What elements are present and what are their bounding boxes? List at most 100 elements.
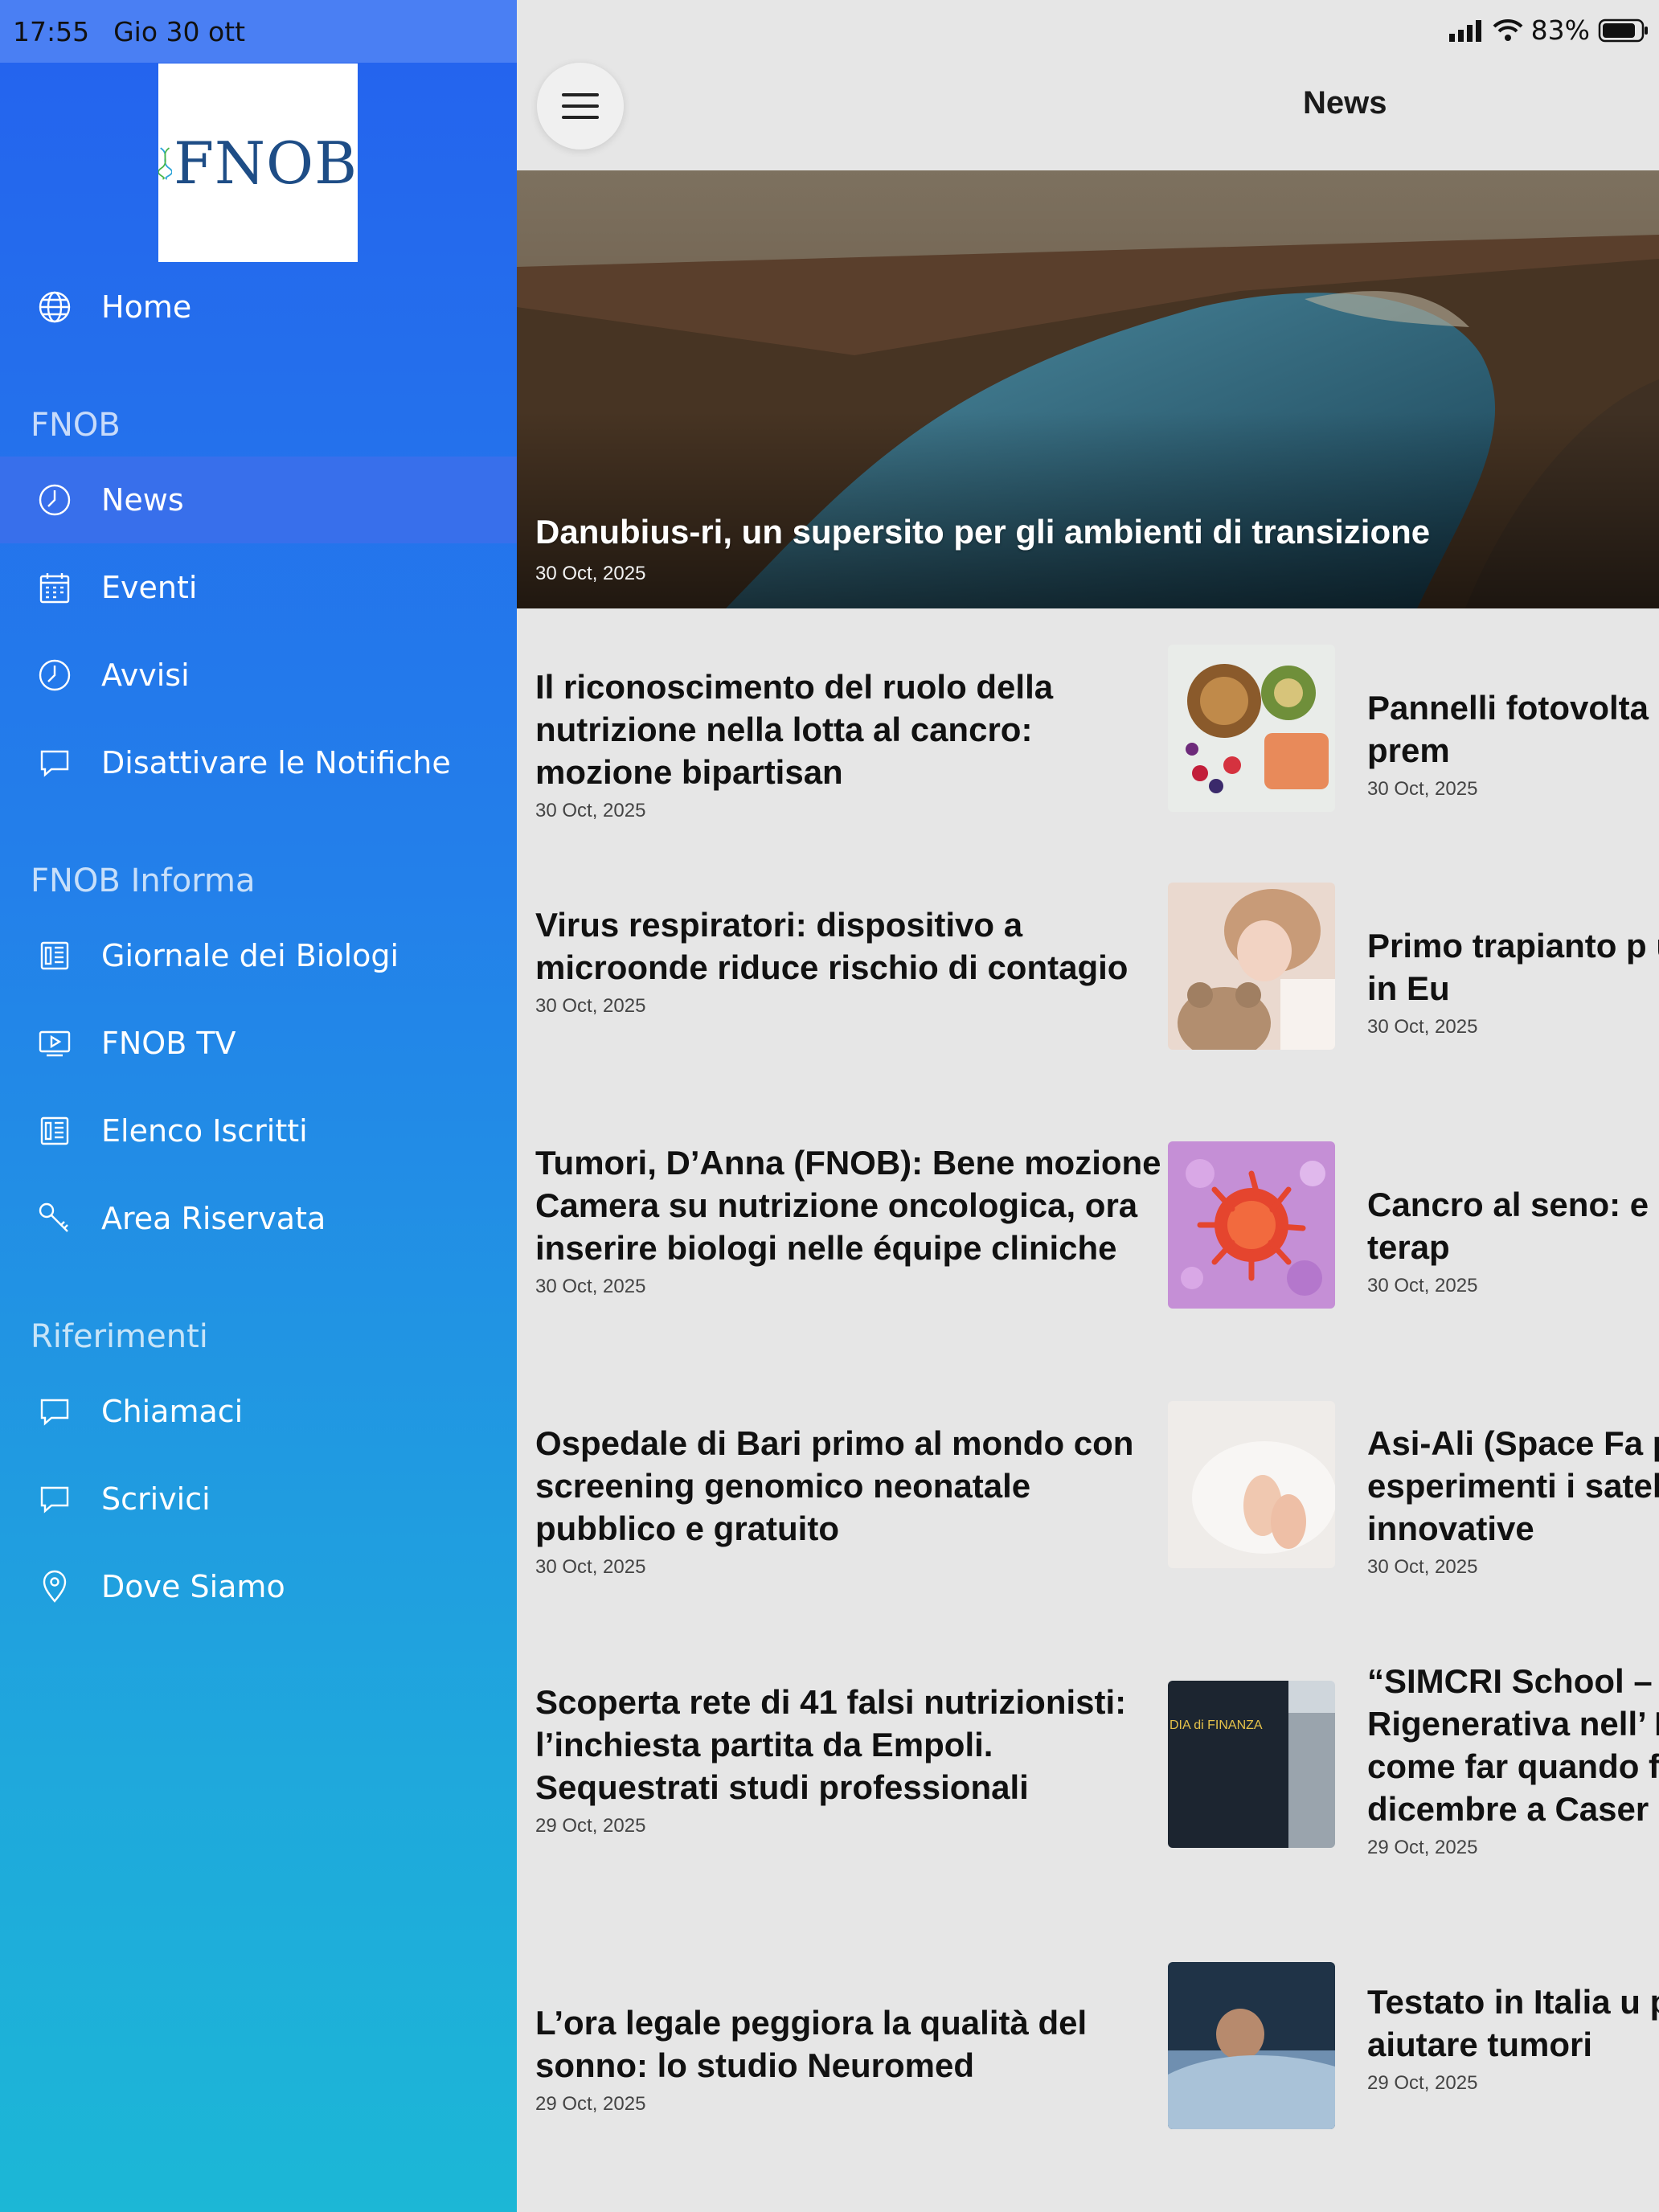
list-item[interactable]: L’ora legale peggiora la qualità del son… xyxy=(535,2001,1154,2116)
clock-icon xyxy=(39,659,71,691)
article-title: Scoperta rete di 41 falsi nutrizionisti:… xyxy=(535,1683,1127,1806)
article-date: 30 Oct, 2025 xyxy=(1367,1556,1478,1578)
article-title: L’ora legale peggiora la qualità del son… xyxy=(535,2004,1088,2084)
sidebar-item-elenco-iscritti[interactable]: Elenco Iscritti xyxy=(0,1088,517,1174)
article-date: 30 Oct, 2025 xyxy=(535,995,646,1017)
list-item[interactable]: Testato in Italia u potrebbe aiutare tum… xyxy=(1367,1981,1659,2095)
article-thumbnail[interactable] xyxy=(1168,645,1335,812)
newspaper-icon xyxy=(40,1116,69,1145)
hamburger-menu-icon xyxy=(562,93,599,119)
article-title: Cancro al seno: e indebolisce terap xyxy=(1367,1186,1659,1266)
section-header-riferimenti: Riferimenti xyxy=(31,1318,208,1355)
hero-date: 30 Oct, 2025 xyxy=(535,563,646,584)
article-date: 29 Oct, 2025 xyxy=(535,1815,646,1837)
article-title: Virus respiratori: dispositivo a microon… xyxy=(535,906,1129,986)
article-title: Ospedale di Bari primo al mondo con scre… xyxy=(535,1424,1134,1547)
sidebar-item-label: Scrivici xyxy=(101,1481,211,1517)
article-thumbnail[interactable] xyxy=(1168,1141,1335,1309)
section-header-fnob: FNOB xyxy=(31,407,121,444)
status-date: Gio 30 ott xyxy=(113,15,246,47)
logo-text: FNOB xyxy=(174,129,358,197)
article-title: Pannelli fotovolta candidati al prem xyxy=(1367,689,1659,769)
article-title: Primo trapianto p un bambino in Eu xyxy=(1367,927,1659,1007)
list-item[interactable]: Scoperta rete di 41 falsi nutrizionisti:… xyxy=(535,1681,1154,1837)
sidebar-item-fnob-tv[interactable]: FNOB TV xyxy=(0,1000,517,1087)
navigation-bar: News xyxy=(517,63,1659,170)
sidebar-item-home[interactable]: Home xyxy=(0,264,517,350)
article-date: 29 Oct, 2025 xyxy=(1367,2072,1478,2094)
sidebar-item-giornale-biologi[interactable]: Giornale dei Biologi xyxy=(0,912,517,999)
sidebar-item-disattivare-notifiche[interactable]: Disattivare le Notifiche xyxy=(0,719,517,806)
battery-percent: 83% xyxy=(1530,14,1590,46)
sidebar-item-label: Eventi xyxy=(101,570,198,605)
sidebar-item-chiamaci[interactable]: Chiamaci xyxy=(0,1368,517,1455)
signal-icon xyxy=(1448,19,1481,42)
sidebar-item-eventi[interactable]: Eventi xyxy=(0,544,517,631)
sidebar-item-news[interactable]: News xyxy=(0,457,517,543)
page-title: News xyxy=(1303,85,1387,121)
article-date: 29 Oct, 2025 xyxy=(535,2093,646,2115)
wifi-icon xyxy=(1493,18,1523,41)
food-image xyxy=(1168,645,1335,812)
sidebar-item-label: Home xyxy=(101,289,192,325)
sidebar-item-scrivici[interactable]: Scrivici xyxy=(0,1456,517,1542)
newspaper-icon xyxy=(40,941,69,970)
tv-icon xyxy=(39,1030,71,1057)
article-title: “SIMCRI School – Rigenerativa nell’ Medi… xyxy=(1367,1662,1659,1828)
hero-title: Danubius-ri, un supersito per gli ambien… xyxy=(535,513,1431,551)
article-date: 30 Oct, 2025 xyxy=(1367,1016,1478,1038)
list-item[interactable]: Cancro al seno: e indebolisce terap 30 O… xyxy=(1367,1183,1659,1297)
article-thumbnail[interactable] xyxy=(1168,883,1335,1050)
clock-icon xyxy=(39,484,71,516)
article-date: 30 Oct, 2025 xyxy=(1367,1275,1478,1296)
article-thumbnail[interactable]: DIA di FINANZA xyxy=(1168,1681,1335,1848)
article-date: 30 Oct, 2025 xyxy=(535,1276,646,1297)
article-date: 30 Oct, 2025 xyxy=(535,1556,646,1578)
sleeping-man-image xyxy=(1168,1962,1335,2129)
globe-icon xyxy=(39,291,71,323)
baby-feet-image xyxy=(1168,1401,1335,1568)
list-item[interactable]: Pannelli fotovolta candidati al prem 30 … xyxy=(1367,686,1659,801)
article-title: Testato in Italia u potrebbe aiutare tum… xyxy=(1367,1983,1659,2063)
article-thumbnail[interactable] xyxy=(1168,1962,1335,2129)
list-item[interactable]: “SIMCRI School – Rigenerativa nell’ Medi… xyxy=(1367,1660,1659,1859)
article-thumbnail[interactable] xyxy=(1168,1401,1335,1568)
finanza-label: DIA di FINANZA xyxy=(1169,1718,1263,1732)
sidebar-item-label: Chiamaci xyxy=(101,1394,244,1429)
list-item[interactable]: Virus respiratori: dispositivo a microon… xyxy=(535,903,1154,1018)
battery-icon xyxy=(1598,18,1648,42)
sidebar-item-label: Area Riservata xyxy=(101,1201,326,1236)
menu-button[interactable] xyxy=(537,63,624,150)
article-title: Tumori, D’Anna (FNOB): Bene mozione Came… xyxy=(535,1144,1161,1267)
list-item[interactable]: Primo trapianto p un bambino in Eu 30 Oc… xyxy=(1367,924,1659,1038)
cancer-cell-image xyxy=(1168,1141,1335,1309)
location-pin-icon xyxy=(43,1570,67,1603)
sidebar-item-avvisi[interactable]: Avvisi xyxy=(0,632,517,719)
status-bar-right: 83% xyxy=(1448,14,1649,46)
list-item[interactable]: Ospedale di Bari primo al mondo con scre… xyxy=(535,1422,1154,1579)
article-date: 30 Oct, 2025 xyxy=(1367,778,1478,800)
list-item[interactable]: Asi-Ali (Space Fa per esperimenti i sate… xyxy=(1367,1422,1659,1579)
guardia-di-finanza-image: DIA di FINANZA xyxy=(1168,1681,1335,1848)
status-time: 17:55 xyxy=(13,15,90,47)
status-bar-left: 17:55 Gio 30 ott xyxy=(0,0,517,63)
list-item[interactable]: Il riconoscimento del ruolo della nutriz… xyxy=(535,666,1154,822)
list-item[interactable]: Tumori, D’Anna (FNOB): Bene mozione Came… xyxy=(535,1141,1162,1298)
chat-bubble-icon xyxy=(40,1486,69,1514)
sidebar-item-label: News xyxy=(101,482,184,518)
article-title: Il riconoscimento del ruolo della nutriz… xyxy=(535,668,1054,791)
main-content: 83% News Danubius-ri, un supersito per g… xyxy=(517,0,1659,2212)
sidebar-item-label: Avvisi xyxy=(101,657,190,693)
hero-article[interactable]: Danubius-ri, un supersito per gli ambien… xyxy=(517,170,1659,608)
fnob-logo[interactable]: FNOB xyxy=(158,63,358,262)
section-header-fnob-informa: FNOB Informa xyxy=(31,862,256,899)
sidebar-item-label: Disattivare le Notifiche xyxy=(101,745,451,780)
sidebar-item-label: Dove Siamo xyxy=(101,1569,285,1604)
chat-bubble-icon xyxy=(40,1399,69,1426)
sidebar-item-dove-siamo[interactable]: Dove Siamo xyxy=(0,1543,517,1630)
calendar-icon xyxy=(39,573,70,604)
key-icon xyxy=(39,1202,68,1232)
dna-helix-icon xyxy=(158,146,173,180)
sidebar-item-area-riservata[interactable]: Area Riservata xyxy=(0,1175,517,1262)
article-date: 30 Oct, 2025 xyxy=(535,800,646,821)
